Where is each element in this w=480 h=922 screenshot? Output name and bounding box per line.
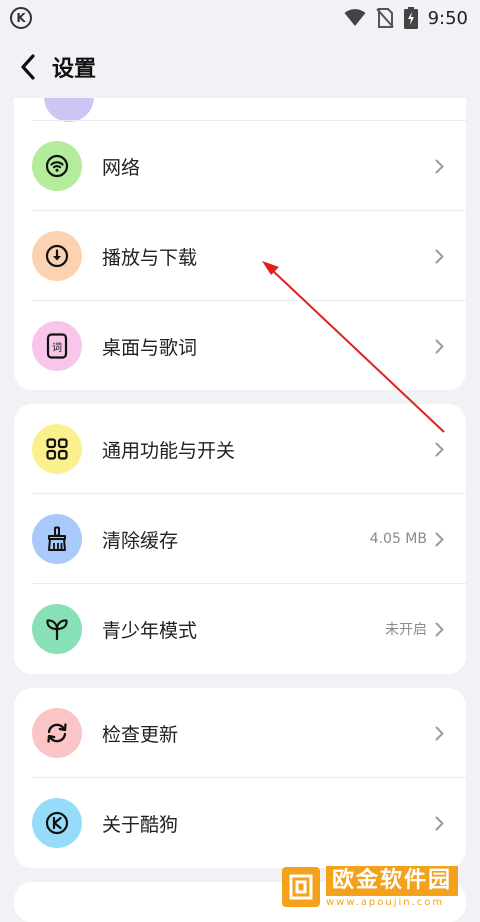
svg-text:词: 词 [52,342,62,354]
cache-size-value: 4.05 MB [369,531,427,547]
row-clear-cache[interactable]: 清除缓存 4.05 MB [14,494,466,584]
row-about-kugou[interactable]: 关于酷狗 [14,778,466,868]
back-button[interactable] [8,47,48,87]
chevron-right-icon [435,442,444,457]
row-general-switches[interactable]: 通用功能与开关 [14,404,466,494]
broom-icon [32,514,82,564]
status-bar: K 9:50 [0,0,480,36]
sprout-icon [32,604,82,654]
row-label: 桌面与歌词 [102,336,198,359]
app-logo-letter: K [16,11,26,25]
row-network[interactable]: 网络 [14,121,466,211]
row-label: 关于酷狗 [102,813,179,836]
chevron-right-icon [435,249,444,264]
row-youth-mode[interactable]: 青少年模式 未开启 [14,584,466,674]
partial-item-icon [44,98,94,122]
refresh-icon [32,708,82,758]
watermark-url: www.apoujin.com [326,896,445,908]
row-label: 清除缓存 [102,529,179,552]
row-playback-download[interactable]: 播放与下载 [14,211,466,301]
battery-charging-icon [403,7,418,29]
row-desktop-lyrics[interactable]: 词 桌面与歌词 [14,301,466,390]
header: 设置 [0,36,480,98]
chevron-right-icon [435,622,444,637]
lyrics-widget-icon: 词 [32,321,82,371]
row-label: 播放与下载 [102,246,198,269]
status-time: 9:50 [427,7,468,29]
chevron-right-icon [435,339,444,354]
chevron-right-icon [435,816,444,831]
download-circle-icon [32,231,82,281]
chevron-right-icon [435,159,444,174]
watermark-logo-icon [282,866,320,907]
no-sim-icon [375,8,394,28]
row-label: 网络 [102,156,141,179]
grid-icon [32,424,82,474]
kugou-status-icon: K [10,7,32,29]
page-title: 设置 [52,57,97,82]
chevron-right-icon [435,532,444,547]
row-label: 通用功能与开关 [102,439,236,462]
watermark: 欧金软件园 www.apoujin.com [282,864,459,909]
row-check-update[interactable]: 检查更新 [14,688,466,778]
chevron-left-icon [21,54,35,80]
chevron-right-icon [435,726,444,741]
row-label: 青少年模式 [102,619,198,642]
settings-group-1: 网络 播放与下载 词 桌面与歌词 [14,98,466,390]
watermark-text: 欧金软件园 [326,865,459,896]
kugou-logo-icon [32,798,82,848]
wifi-signal-icon [344,9,366,26]
settings-group-3: 检查更新 关于酷狗 [14,688,466,868]
wifi-icon [32,141,82,191]
row-label: 检查更新 [102,723,179,746]
settings-group-2: 通用功能与开关 清除缓存 4.05 MB 青少年模式 未开启 [14,404,466,674]
youth-mode-status: 未开启 [385,622,427,638]
